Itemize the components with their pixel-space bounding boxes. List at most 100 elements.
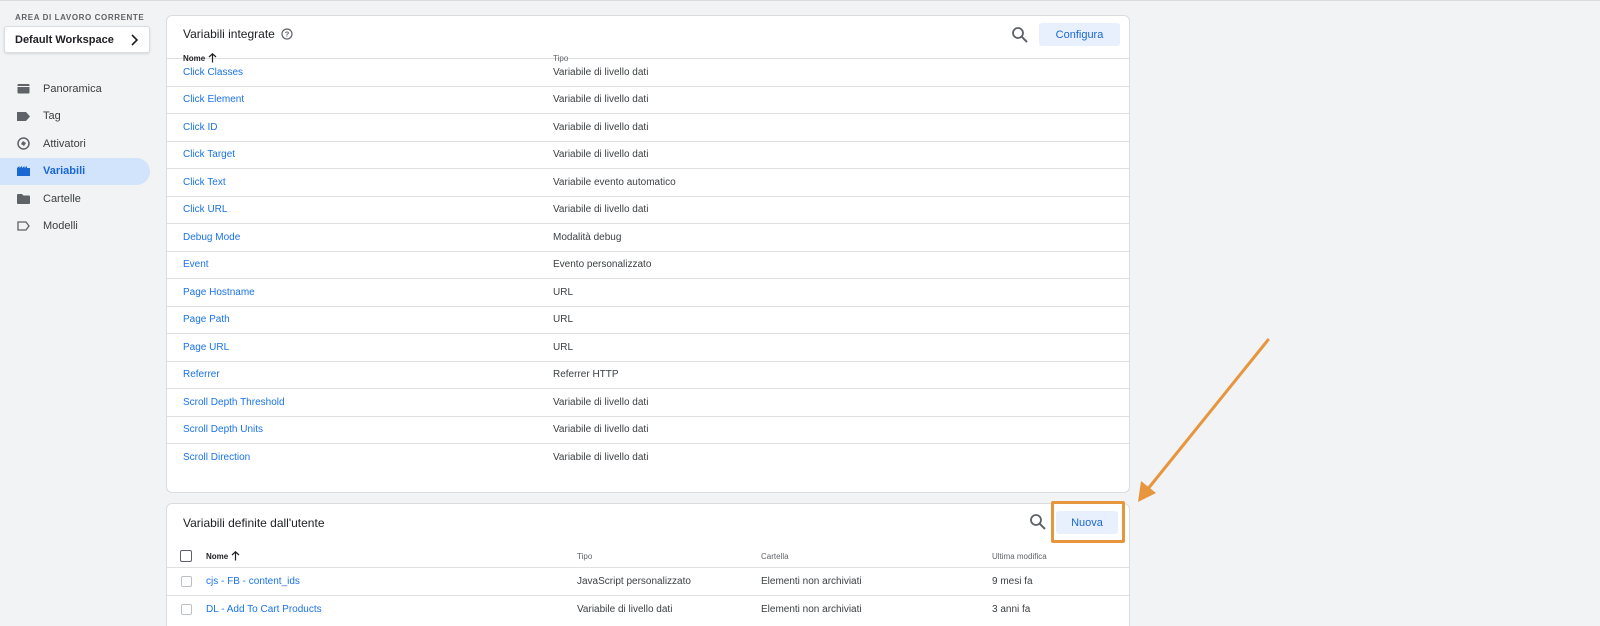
table-row: Page URL URL: [167, 334, 1129, 362]
sidebar-item-label: Variabili: [43, 165, 86, 178]
variable-type: Variabile di livello dati: [553, 452, 649, 464]
table-row: Scroll Depth Units Variabile di livello d…: [167, 417, 1129, 444]
table-row: Click Target Variabile di livello dati: [167, 142, 1129, 169]
variable-type: Variabile di livello dati: [553, 149, 649, 161]
variable-link[interactable]: cjs - FB - content_ids: [206, 576, 300, 587]
variable-link[interactable]: Page Hostname: [183, 287, 255, 298]
variable-link[interactable]: Click Classes: [183, 67, 243, 78]
variable-type: Modalità debug: [553, 231, 622, 243]
sidebar-item-label: Panoramica: [43, 82, 102, 95]
variable-type: JavaScript personalizzato: [577, 575, 691, 587]
variable-folder: Elementi non archiviati: [761, 575, 862, 587]
column-header-tipo: Tipo: [577, 551, 593, 561]
column-header-nome[interactable]: Nome: [206, 551, 240, 561]
variable-type: URL: [553, 286, 574, 298]
sidebar-item-panoramica[interactable]: Panoramica: [0, 75, 150, 103]
template-icon: [16, 219, 30, 233]
builtin-variables-title-text: Variabili integrate: [183, 27, 275, 41]
top-divider: [0, 0, 1600, 1]
sidebar-item-variabili[interactable]: Variabili: [0, 157, 150, 185]
variable-link[interactable]: DL - Add To Cart Products: [206, 604, 322, 615]
builtin-variables-table: Nome Tipo Click Classes Variabile di live…: [167, 53, 1129, 472]
sidebar-nav: Panoramica Tag Attivatori Variabili Cart…: [0, 75, 150, 240]
table-row: Click ID Variabile di livello dati: [167, 114, 1129, 142]
variable-type: Variabile di livello dati: [577, 603, 673, 615]
user-variables-card: Variabili definite dall'utente Nuova Nom…: [166, 503, 1130, 626]
search-icon[interactable]: [1011, 26, 1029, 44]
variable-type: Variabile di livello dati: [553, 204, 649, 216]
table-row: Page Path URL: [167, 307, 1129, 334]
variable-type: URL: [553, 341, 574, 353]
sidebar-item-label: Modelli: [43, 220, 78, 233]
table-row: Referrer Referrer HTTP: [167, 362, 1129, 389]
sidebar-item-modelli[interactable]: Modelli: [0, 213, 150, 241]
sidebar-item-label: Tag: [43, 110, 61, 123]
variable-type: Variabile di livello dati: [553, 66, 649, 78]
workspace-selector[interactable]: Default Workspace: [4, 26, 150, 53]
builtin-variables-card: Variabili integrate ? Configura Nome Tip…: [166, 15, 1130, 493]
variable-link[interactable]: Event: [183, 259, 209, 270]
workspace-name: Default Workspace: [15, 33, 114, 46]
sidebar-item-attivatori[interactable]: Attivatori: [0, 130, 150, 158]
table-row: DL - Add To Cart Products Variabile di l…: [167, 596, 1129, 624]
table-row: Click Classes Variabile di livello dati: [167, 59, 1129, 87]
table-row: Click Element Variabile di livello dati: [167, 87, 1129, 114]
table-row: Event Evento personalizzato: [167, 252, 1129, 279]
help-icon[interactable]: ?: [281, 28, 293, 40]
sidebar: AREA DI LAVORO CORRENTE Default Workspac…: [0, 0, 155, 626]
variable-link[interactable]: Click URL: [183, 204, 227, 215]
variable-link[interactable]: Referrer: [183, 369, 220, 380]
variable-link[interactable]: Scroll Depth Threshold: [183, 397, 285, 408]
variable-type: Variabile di livello dati: [553, 424, 649, 436]
table-row: Click URL Variabile di livello dati: [167, 197, 1129, 224]
search-icon[interactable]: [1029, 513, 1047, 531]
variable-link[interactable]: Scroll Direction: [183, 452, 250, 463]
variable-type: Referrer HTTP: [553, 369, 619, 381]
table-row: Debug Mode Modalità debug: [167, 224, 1129, 252]
table-row: Scroll Depth Threshold Variabile di livel…: [167, 389, 1129, 417]
sidebar-item-cartelle[interactable]: Cartelle: [0, 185, 150, 213]
configure-button[interactable]: Configura: [1039, 23, 1120, 46]
variable-link[interactable]: Page URL: [183, 342, 229, 353]
select-all-checkbox[interactable]: [180, 550, 192, 562]
sidebar-item-label: Cartelle: [43, 192, 81, 205]
briefcase-icon: [16, 82, 30, 96]
variable-type: Variabile evento automatico: [553, 176, 676, 188]
tag-icon: [16, 109, 30, 123]
variable-type: Variabile di livello dati: [553, 121, 649, 133]
variable-folder: Elementi non archiviati: [761, 603, 862, 615]
workspace-label: AREA DI LAVORO CORRENTE: [15, 13, 145, 22]
variable-link[interactable]: Scroll Depth Units: [183, 424, 263, 435]
sidebar-item-tag[interactable]: Tag: [0, 103, 150, 131]
chevron-right-icon: [131, 33, 139, 46]
table-row: Click Text Variabile evento automatico: [167, 169, 1129, 197]
variable-link[interactable]: Click ID: [183, 122, 217, 133]
variable-link[interactable]: Debug Mode: [183, 232, 240, 243]
variable-modified: 3 anni fa: [992, 603, 1031, 615]
row-checkbox[interactable]: [181, 603, 192, 615]
variable-type: URL: [553, 314, 574, 326]
folder-icon: [16, 192, 30, 206]
variable-link[interactable]: Click Text: [183, 177, 226, 188]
variable-type: Evento personalizzato: [553, 259, 652, 271]
variable-type: Variabile di livello dati: [553, 94, 649, 106]
builtin-variables-title: Variabili integrate ?: [183, 27, 293, 41]
variable-type: Variabile di livello dati: [553, 396, 649, 408]
table-row: Page Hostname URL: [167, 279, 1129, 307]
sidebar-item-label: Attivatori: [43, 137, 86, 150]
variable-link[interactable]: Click Element: [183, 94, 244, 105]
arrow-up-icon: [231, 551, 240, 561]
row-checkbox[interactable]: [181, 575, 192, 587]
variable-modified: 9 mesi fa: [992, 575, 1033, 587]
variable-link[interactable]: Page Path: [183, 314, 230, 325]
user-variables-title: Variabili definite dall'utente: [183, 516, 325, 530]
variable-link[interactable]: Click Target: [183, 149, 235, 160]
table-row: Scroll Direction Variabile di livello dat…: [167, 444, 1129, 472]
column-header-label: Nome: [206, 551, 229, 561]
user-variables-table: Nome Tipo Cartella Ultima modifica cjs -…: [167, 545, 1129, 623]
variables-icon: [16, 164, 30, 178]
svg-text:?: ?: [285, 30, 290, 39]
new-variable-button[interactable]: Nuova: [1056, 511, 1118, 534]
column-header-ultima-modifica: Ultima modifica: [992, 551, 1047, 561]
table-header: Nome Tipo Cartella Ultima modifica: [167, 545, 1129, 568]
